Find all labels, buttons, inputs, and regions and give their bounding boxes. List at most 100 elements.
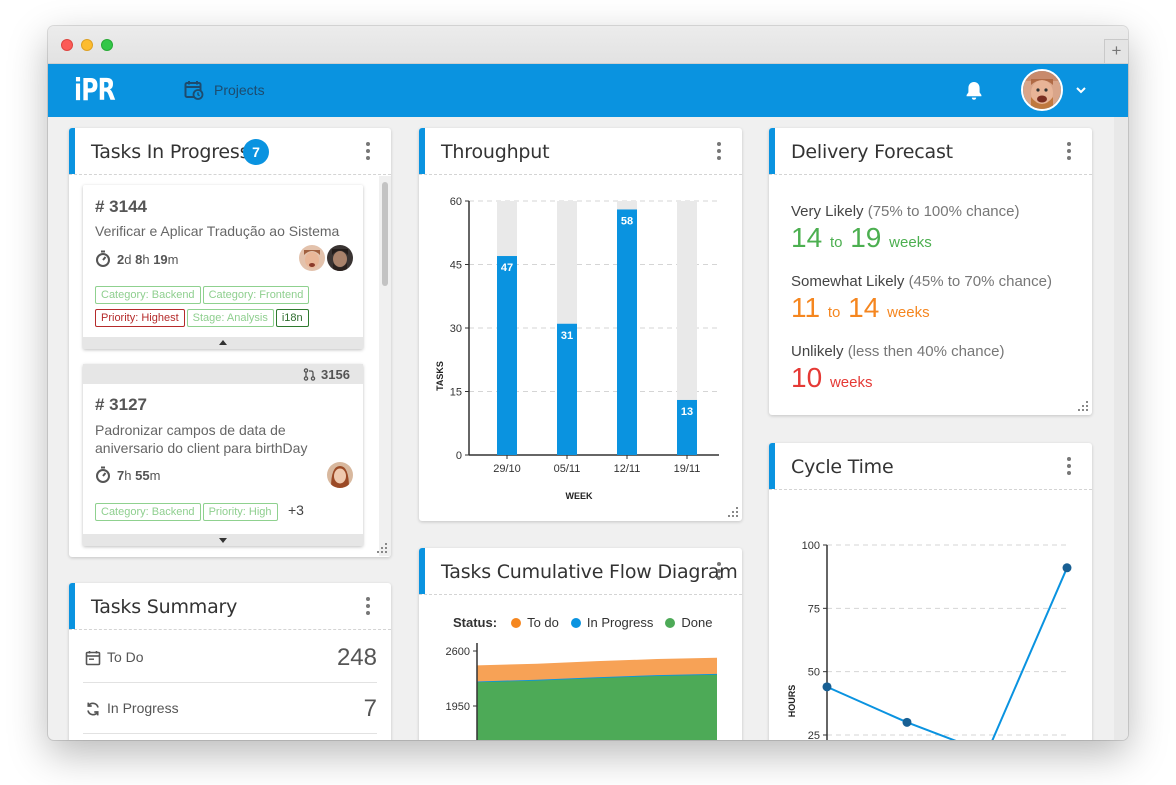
card-menu-button[interactable] [1066,142,1072,162]
tag-i18n[interactable]: i18n [275,309,309,327]
pull-request-header: 3156 [83,364,363,384]
card-header: Cycle Time [769,443,1092,490]
expand-toggle[interactable] [83,534,363,546]
time-value: 7h 55m [117,467,161,483]
legend-item-in-progress[interactable]: In Progress [587,615,653,630]
tag-priority-highest[interactable]: Priority: Highest [95,309,185,327]
task-tags: Category: Backend Priority: High +3 [95,502,359,525]
forecast-chance: (45% to 70% chance) [908,273,1052,290]
task-card[interactable]: # 3144 Verificar e Aplicar Tradução ao S… [83,185,363,349]
forecast-range: 11 to 14 weeks [791,292,930,323]
maximize-window-button[interactable] [101,39,113,51]
chevron-down-icon[interactable] [1073,82,1089,98]
pull-request-icon [303,368,316,381]
refresh-icon [87,702,99,716]
card-title: Delivery Forecast [791,141,953,163]
y-tick-label: 45 [450,260,462,272]
y-tick-label: 1950 [446,701,470,713]
more-tags-count[interactable]: +3 [288,502,304,518]
y-tick-label: 60 [450,196,462,208]
card-title: Tasks Summary [91,596,238,618]
tasks-list: # 3144 Verificar e Aplicar Tradução ao S… [69,176,391,556]
nav-projects[interactable]: Projects [184,78,265,102]
bar [557,323,577,455]
task-elapsed-time: 2d 8h 19m [95,250,179,268]
legend-title: Status: [453,615,498,630]
forecast-label: Somewhat Likely [791,273,905,290]
assignee-avatar[interactable] [299,245,325,271]
resize-handle-icon[interactable] [1078,401,1088,411]
resize-handle-icon[interactable] [728,507,738,517]
data-point [822,682,832,692]
tag-category-backend[interactable]: Category: Backend [95,286,201,304]
forecast-unlikely: Unlikely (less then 40% chance) 10 weeks [791,343,1004,399]
card-menu-button[interactable] [716,142,722,162]
x-tick-label: 19/11 [674,463,701,475]
legend-swatch-in-progress [570,617,581,628]
close-window-button[interactable] [61,39,73,51]
card-header: Delivery Forecast [769,128,1092,175]
cfd-card: Tasks Cumulative Flow Diagram Status: To… [419,548,742,740]
task-id: # 3127 [95,395,147,414]
user-avatar[interactable] [1021,69,1063,111]
card-title: Cycle Time [791,456,894,478]
delivery-forecast-card: Delivery Forecast Very Likely (75% to 10… [769,128,1092,415]
area-done [477,674,717,740]
throughput-card: Throughput TASKS WEEK 0 15 30 45 60 47 29/10 31… [419,128,742,521]
time-value: 2d 8h 19m [117,251,179,267]
task-tags: Category: Backend Category: Frontend Prior… [95,285,359,331]
bell-icon[interactable] [962,79,986,103]
card-header: Tasks Cumulative Flow Diagram [419,548,742,595]
new-tab-button[interactable]: + [1104,39,1128,63]
tag-category-backend[interactable]: Category: Backend [95,503,201,521]
app-logo[interactable]: iPR [74,73,116,108]
card-accent [419,128,425,174]
summary-row-todo[interactable]: To Do 248 [83,632,377,683]
minimize-window-button[interactable] [81,39,93,51]
card-header: Tasks Summary [69,583,391,630]
calendar-clock-icon [184,81,204,100]
card-menu-button[interactable] [365,597,371,617]
page-scrollbar[interactable] [1114,117,1128,740]
y-tick-label: 100 [802,540,820,552]
assignee-avatar[interactable] [327,245,353,271]
card-menu-button[interactable] [365,142,371,162]
x-tick-label: 29/10 [493,463,521,475]
resize-handle-icon[interactable] [377,543,387,553]
caret-up-icon [219,340,227,345]
window-titlebar: + [48,26,1128,64]
card-accent [69,128,75,174]
tag-stage-analysis[interactable]: Stage: Analysis [186,309,274,327]
legend-swatch-done [665,617,676,628]
legend-item-done[interactable]: Done [681,615,712,630]
card-accent [419,548,425,594]
bar-value-label: 47 [501,262,513,274]
legend-item-todo[interactable]: To do [527,615,559,630]
browser-window: + iPR Projects Tasks In Progress 7 # 314… [48,26,1128,740]
card-menu-button[interactable] [716,562,722,582]
bar-value-label: 13 [681,406,693,418]
y-tick-label: 2600 [446,646,470,658]
forecast-label: Very Likely [791,203,864,220]
summary-row-in-progress[interactable]: In Progress 7 [83,683,377,734]
scrollbar-thumb[interactable] [382,182,388,286]
tasks-list-scrollbar[interactable] [379,176,391,556]
card-accent [769,443,775,489]
tag-category-frontend[interactable]: Category: Frontend [202,286,310,304]
y-tick-label: 75 [808,603,820,615]
tasks-in-progress-card: Tasks In Progress 7 # 3144 Verificar e A… [69,128,391,557]
forecast-chance: (75% to 100% chance) [867,203,1020,220]
x-tick-label: 12/11 [614,463,641,475]
tag-priority-high[interactable]: Priority: High [202,503,278,521]
task-description: Verificar e Aplicar Tradução ao Sistema [95,223,340,239]
task-card[interactable]: 3156 # 3127 Padronizar campos de data de… [83,364,363,546]
assignee-avatar[interactable] [327,462,353,488]
task-id: # 3144 [95,197,147,216]
card-accent [69,583,75,629]
x-tick-label: 05/11 [554,463,581,475]
pull-request-number[interactable]: 3156 [321,367,350,382]
collapse-toggle[interactable] [83,337,363,349]
forecast-very-likely: Very Likely (75% to 100% chance) 14 to 1… [791,203,1019,259]
throughput-chart: TASKS WEEK 0 15 30 45 60 47 29/10 31 05/11 58 12/1… [435,196,719,501]
card-menu-button[interactable] [1066,457,1072,477]
